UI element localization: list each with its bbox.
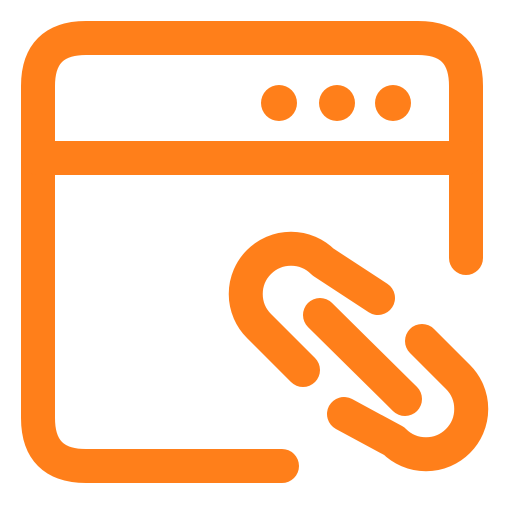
link-icon — [228, 231, 489, 472]
link-center-bar — [303, 298, 422, 416]
window-dot-icon — [375, 85, 411, 121]
window-dot-icon — [319, 85, 355, 121]
browser-window-link-icon — [21, 21, 489, 483]
window-dot-icon — [261, 85, 297, 121]
window-dots — [261, 85, 411, 121]
icon-canvas — [0, 0, 512, 512]
